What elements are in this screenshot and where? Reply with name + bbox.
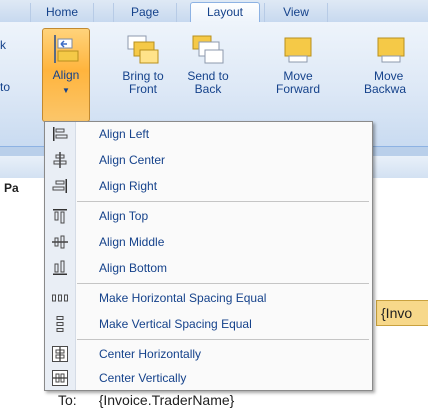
menu-item-align-top[interactable]: Align Top xyxy=(45,204,372,228)
menu-separator xyxy=(77,283,369,284)
menu-item-align-right[interactable]: Align Right xyxy=(45,174,372,198)
tab-layout[interactable]: Layout xyxy=(190,2,260,22)
bring-to-front-line2: Front xyxy=(128,82,157,96)
menu-separator xyxy=(77,201,369,202)
menu-item-label: Align Top xyxy=(99,209,149,223)
move-backward-line2: Backwa xyxy=(364,82,407,96)
align-left-icon xyxy=(53,127,68,141)
menu-item-align-bottom[interactable]: Align Bottom xyxy=(45,256,372,280)
chevron-down-icon: ▼ xyxy=(62,86,70,95)
align-icon xyxy=(54,35,79,63)
move-backward-icon xyxy=(377,37,405,63)
send-to-back-line2: Back xyxy=(194,82,222,96)
menu-item-label: Make Horizontal Spacing Equal xyxy=(99,291,267,305)
send-to-back-icon xyxy=(192,35,224,64)
invoice-field[interactable]: {Invo xyxy=(376,300,428,326)
menu-item-horizontal-spacing[interactable]: Make Horizontal Spacing Equal xyxy=(45,286,372,310)
vertical-spacing-icon xyxy=(56,316,64,332)
menu-item-label: Center Vertically xyxy=(99,371,187,385)
ribbon-left-fragment-top: k xyxy=(0,38,6,52)
menu-item-align-middle[interactable]: Align Middle xyxy=(45,230,372,254)
ribbon-tab-strip: Home Page Layout View xyxy=(0,0,428,23)
menu-item-label: Align Middle xyxy=(99,235,165,249)
bring-to-front-button[interactable]: Bring to Front xyxy=(111,30,175,110)
to-label: To: xyxy=(58,392,77,408)
align-dropdown-menu: Align Left Align Center Align Right Alig… xyxy=(44,121,373,391)
ribbon-left-fragment: to xyxy=(0,80,11,94)
pane-tab-label[interactable]: Pa xyxy=(4,181,19,195)
menu-item-align-left[interactable]: Align Left xyxy=(45,122,372,146)
move-forward-line2: Forward xyxy=(275,82,320,96)
menu-item-label: Make Vertical Spacing Equal xyxy=(99,317,252,331)
move-forward-icon xyxy=(284,37,312,63)
tab-view[interactable]: View xyxy=(264,3,328,22)
to-row: To: {Invoice.TraderName} xyxy=(58,392,256,408)
move-backward-button[interactable]: Move Backwa xyxy=(364,30,428,110)
menu-item-label: Align Left xyxy=(99,127,150,141)
menu-item-label: Align Right xyxy=(99,179,158,193)
menu-item-label: Center Horizontally xyxy=(99,347,202,361)
align-center-icon xyxy=(53,152,67,168)
align-button-label: Align xyxy=(52,68,80,82)
send-to-back-button[interactable]: Send to Back xyxy=(176,30,240,110)
menu-item-center-vertically[interactable]: Center Vertically xyxy=(45,366,372,390)
align-middle-icon xyxy=(52,235,68,249)
tab-page[interactable]: Page xyxy=(113,3,177,22)
horizontal-spacing-icon xyxy=(52,294,68,302)
tab-home[interactable]: Home xyxy=(30,3,94,22)
menu-item-label: Align Bottom xyxy=(99,261,168,275)
menu-item-vertical-spacing[interactable]: Make Vertical Spacing Equal xyxy=(45,312,372,336)
center-horizontally-icon xyxy=(52,346,68,362)
menu-item-center-horizontally[interactable]: Center Horizontally xyxy=(45,342,372,366)
align-button[interactable]: Align ▼ xyxy=(42,28,90,122)
trader-name-field[interactable]: {Invoice.TraderName} xyxy=(99,392,235,408)
center-vertically-icon xyxy=(52,370,68,386)
menu-separator xyxy=(77,339,369,340)
bring-to-front-icon xyxy=(127,35,159,64)
menu-item-label: Align Center xyxy=(99,153,166,167)
menu-item-align-center[interactable]: Align Center xyxy=(45,148,372,172)
align-bottom-icon xyxy=(53,260,67,275)
align-top-icon xyxy=(53,209,67,224)
move-forward-button[interactable]: Move Forward xyxy=(266,30,330,110)
align-right-icon xyxy=(52,179,67,193)
